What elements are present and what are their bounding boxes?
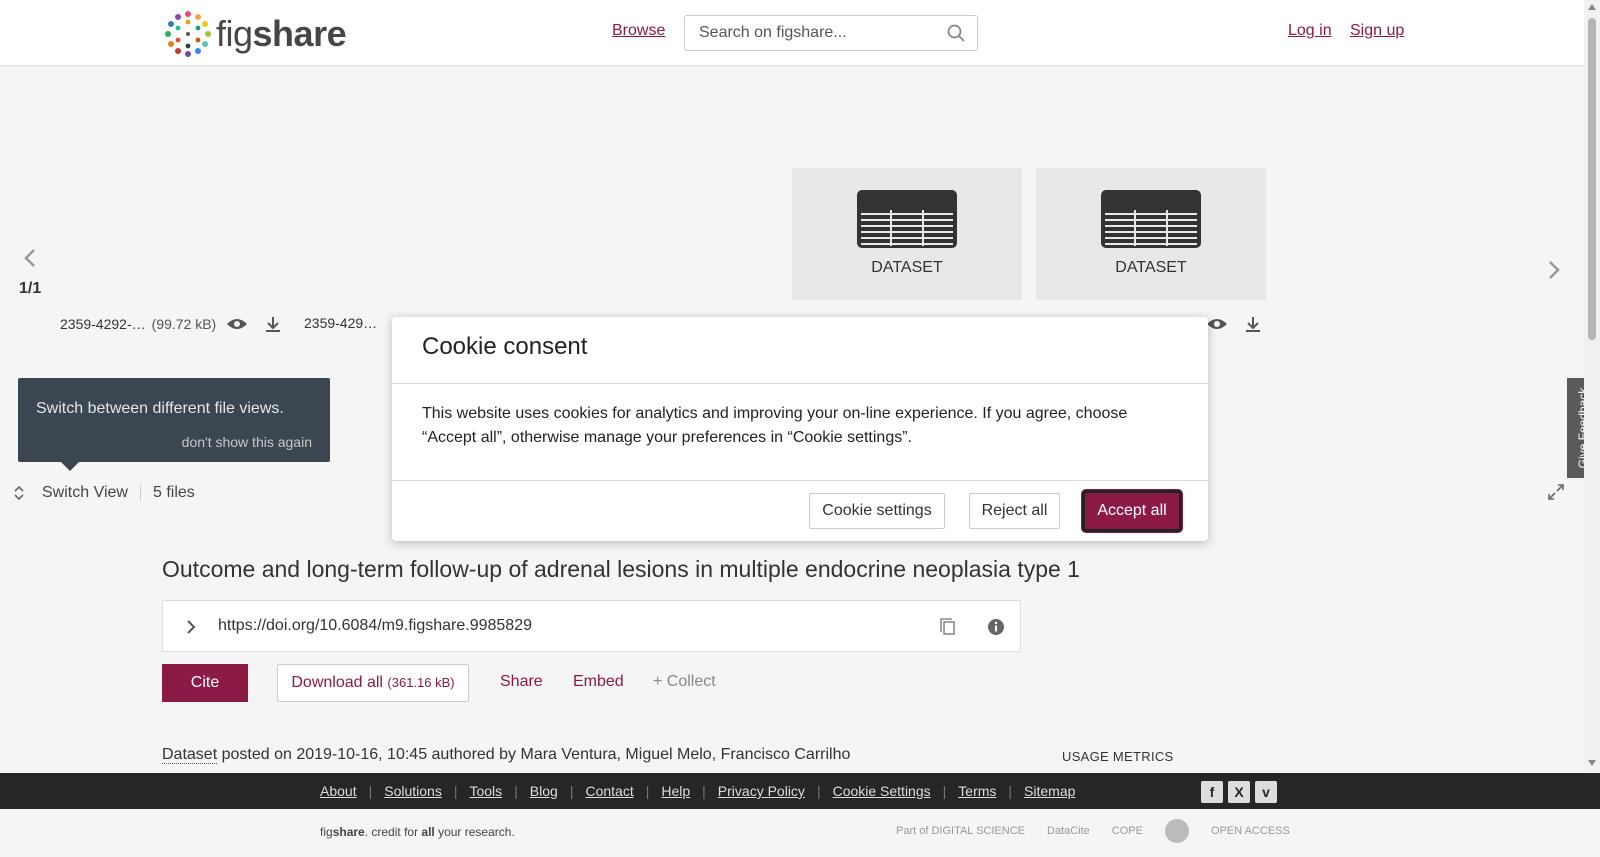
article-actions: Cite Download all (361.16 kB) Share Embe…	[162, 664, 862, 702]
eye-icon[interactable]	[226, 317, 248, 331]
dataset-icon	[1101, 190, 1201, 248]
footer-link-tools[interactable]: Tools	[469, 783, 502, 799]
embed-link[interactable]: Embed	[573, 673, 624, 691]
site-header: figshare Browse Log in Sign up	[0, 0, 1584, 66]
tile-type-label: DATASET	[871, 259, 943, 276]
switch-view-button[interactable]: Switch View	[42, 484, 128, 502]
article-details: Outcome and long-term follow-up of adren…	[0, 510, 1584, 773]
dataset-icon	[857, 190, 957, 248]
doi-box: https://doi.org/10.6084/m9.figshare.9985…	[162, 600, 1021, 652]
download-icon[interactable]	[264, 315, 282, 333]
social-links: f X v	[1201, 781, 1277, 803]
dialog-title: Cookie consent	[422, 333, 588, 360]
digital-science-logo[interactable]: Part of DIGITAL SCIENCE	[896, 825, 1025, 837]
posted-info: Dataset posted on 2019-10-16, 10:45 auth…	[162, 746, 850, 764]
chevron-right-icon[interactable]	[1544, 258, 1564, 282]
figshare-logo[interactable]: figshare	[162, 8, 347, 60]
file-tile[interactable]: DATASET	[792, 168, 1022, 300]
divider	[392, 480, 1208, 481]
partner-badge-icon[interactable]	[1164, 819, 1189, 843]
search-icon[interactable]	[947, 24, 965, 42]
cookie-consent-dialog: Cookie consent This website uses cookies…	[392, 317, 1208, 541]
scrollbar[interactable]	[1584, 0, 1600, 773]
tooltip-arrow	[60, 461, 80, 471]
open-access-logo[interactable]: OPEN ACCESS	[1211, 825, 1290, 837]
footer-links: About | Solutions | Tools | Blog | Contact | …	[320, 783, 1076, 799]
file-name[interactable]: 2359-4292-…	[60, 316, 146, 332]
file-name[interactable]: 2359-429…	[304, 315, 377, 331]
login-link[interactable]: Log in	[1288, 22, 1332, 40]
signup-link[interactable]: Sign up	[1350, 22, 1404, 40]
footer-link-cookie-settings[interactable]: Cookie Settings	[833, 783, 931, 799]
download-label: Download all	[291, 674, 388, 691]
download-icon[interactable]	[1244, 315, 1262, 333]
files-count: 5 files	[153, 484, 195, 501]
dialog-body: This website uses cookies for analytics …	[422, 405, 1128, 446]
footer-nav: About | Solutions | Tools | Blog | Contact | …	[0, 773, 1600, 809]
cope-logo[interactable]: COPE	[1112, 825, 1143, 837]
file-size: (99.72 kB)	[151, 316, 217, 332]
page-title: Outcome and long-term follow-up of adren…	[162, 556, 1080, 582]
figshare-logo-icon	[165, 11, 211, 57]
dont-show-again-link[interactable]: don't show this again	[182, 434, 312, 450]
download-size: (361.16 kB)	[387, 675, 455, 690]
file-tile[interactable]: DATASET	[1036, 168, 1266, 300]
file-item: 2359-4292-… (99.72 kB)	[60, 315, 282, 333]
copy-icon[interactable]	[939, 617, 957, 637]
switch-view-tooltip: Switch between different file views. don…	[18, 378, 330, 462]
footer-link-about[interactable]: About	[320, 783, 357, 799]
divider	[140, 485, 141, 501]
footer-link-terms[interactable]: Terms	[958, 783, 996, 799]
posted-text: posted on 2019-10-16, 10:45 authored by …	[217, 746, 851, 763]
vimeo-icon[interactable]: v	[1255, 781, 1277, 803]
switch-view-icon[interactable]	[12, 485, 26, 501]
search-box[interactable]	[684, 15, 978, 51]
scroll-down-icon[interactable]	[1588, 760, 1596, 766]
cookie-settings-button[interactable]: Cookie settings	[809, 493, 945, 529]
x-icon[interactable]: X	[1228, 781, 1250, 803]
footer-link-privacy[interactable]: Privacy Policy	[718, 783, 805, 799]
download-all-button[interactable]: Download all (361.16 kB)	[277, 664, 469, 702]
tooltip-text: Switch between different file views.	[36, 400, 284, 417]
divider	[392, 383, 1208, 384]
search-input[interactable]	[685, 16, 935, 50]
footer-tagline: figshare. credit for all your research.	[320, 825, 515, 839]
reject-all-button[interactable]: Reject all	[969, 493, 1060, 529]
accept-all-button[interactable]: Accept all	[1082, 490, 1182, 532]
footer-link-contact[interactable]: Contact	[585, 783, 633, 799]
info-icon[interactable]	[986, 617, 1006, 637]
datacite-logo[interactable]: DataCite	[1047, 825, 1090, 837]
footer-link-sitemap[interactable]: Sitemap	[1024, 783, 1075, 799]
eye-icon[interactable]	[1206, 317, 1228, 331]
browse-link[interactable]: Browse	[612, 22, 665, 40]
fullscreen-icon[interactable]	[1548, 484, 1564, 500]
page-indicator: 1/1	[19, 280, 42, 297]
chevron-right-icon[interactable]	[185, 618, 197, 636]
facebook-icon[interactable]: f	[1201, 781, 1223, 803]
scroll-up-icon[interactable]	[1588, 4, 1596, 10]
share-link[interactable]: Share	[500, 673, 543, 691]
doi-link[interactable]: https://doi.org/10.6084/m9.figshare.9985…	[218, 617, 532, 635]
footer-link-help[interactable]: Help	[661, 783, 690, 799]
footer-link-solutions[interactable]: Solutions	[384, 783, 442, 799]
figshare-wordmark: figshare	[216, 13, 347, 54]
footer-link-blog[interactable]: Blog	[530, 783, 558, 799]
file-actions	[1206, 315, 1262, 333]
scroll-thumb[interactable]	[1588, 18, 1596, 340]
file-item: 2359-429…	[304, 315, 377, 331]
partner-logos: Part of DIGITAL SCIENCE DataCite COPE OP…	[896, 819, 1290, 843]
chevron-left-icon[interactable]	[20, 246, 40, 270]
item-type-link[interactable]: Dataset	[162, 746, 218, 764]
footer-bottom: figshare. credit for all your research. …	[0, 809, 1600, 857]
tile-type-label: DATASET	[1115, 259, 1187, 276]
cite-button[interactable]: Cite	[162, 664, 248, 702]
usage-metrics-heading: USAGE METRICS	[1062, 749, 1174, 764]
collect-link[interactable]: + Collect	[653, 673, 716, 691]
